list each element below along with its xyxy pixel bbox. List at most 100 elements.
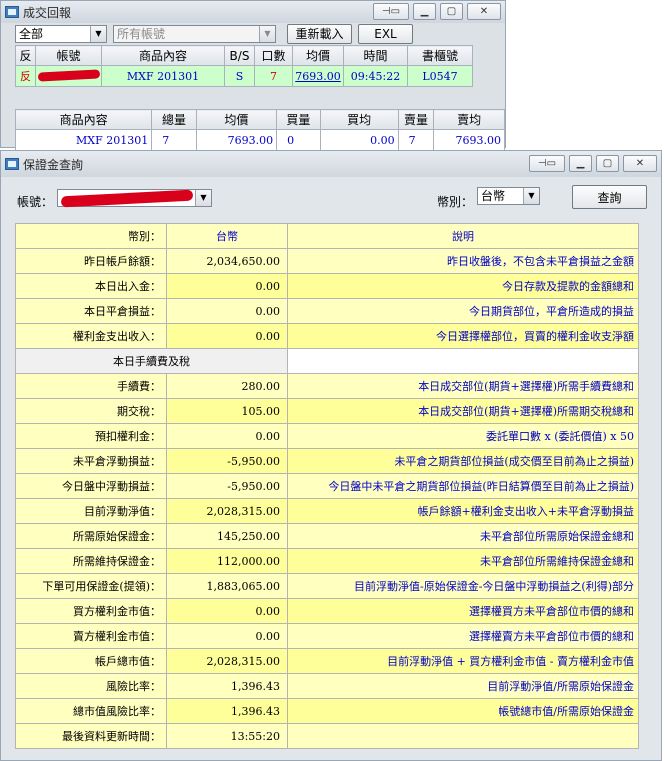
row-value: 105.00 xyxy=(166,398,288,424)
position-summary-table: 商品內容 總量 均價 買量 買均 賣量 賣均 MXF 201301 7 7693… xyxy=(14,109,505,151)
section-row: 本日手續費及稅 xyxy=(15,348,639,374)
chevron-down-icon[interactable]: ▼ xyxy=(259,25,275,42)
buy-qty-cell: 0 xyxy=(276,129,321,151)
column-header[interactable]: 口數 xyxy=(254,45,293,66)
table-row: 總市值風險比率： 1,396.43 帳號總市值/所需原始保證金 xyxy=(15,698,639,724)
account-filter-select[interactable]: 所有帳號 ▼ xyxy=(113,24,276,43)
column-header[interactable]: 商品內容 xyxy=(101,45,225,66)
row-value: 0.00 xyxy=(166,323,288,349)
product-cell: MXF 201301 xyxy=(14,129,153,151)
chevron-down-icon[interactable]: ▼ xyxy=(195,190,211,206)
row-value: -5,950.00 xyxy=(166,448,288,474)
column-header[interactable]: 總量 xyxy=(151,109,197,130)
row-label: 買方權利金市值： xyxy=(15,598,167,624)
table-row: 期交稅： 105.00 本日成交部位(期貨+選擇權)所需期交稅總和 xyxy=(15,398,639,424)
currency-select[interactable]: 台幣 ▼ xyxy=(477,187,540,205)
export-excel-button[interactable]: EXL xyxy=(358,23,413,44)
row-description: 未平倉部位所需維持保證金總和 xyxy=(287,548,639,574)
column-header[interactable]: 時間 xyxy=(343,45,408,66)
trade-table-header: 反 帳號 商品內容 B/S 口數 均價 時間 書櫃號 xyxy=(15,45,473,66)
table-row: 今日盤中浮動損益： -5,950.00 今日盤中未平倉之期貨部位損益(昨日結算價至目… xyxy=(15,473,639,499)
redaction-mark xyxy=(37,68,100,82)
row-label: 所需原始保證金： xyxy=(15,523,167,549)
chevron-down-icon[interactable]: ▼ xyxy=(523,188,539,204)
section-title: 本日手續費及稅 xyxy=(15,348,288,374)
column-header[interactable]: 均價 xyxy=(195,109,278,130)
row-value: 112,000.00 xyxy=(166,548,288,574)
column-header[interactable]: 賣量 xyxy=(397,109,435,130)
row-description: 未平倉之期貨部位損益(成交價至目前為止之損益) xyxy=(287,448,639,474)
row-label: 總市值風險比率： xyxy=(15,698,167,724)
row-description: 今日期貨部位，平倉所造成的損益 xyxy=(287,298,639,324)
close-icon[interactable]: ✕ xyxy=(623,155,657,172)
row-description: 委託單口數 x (委託價值) x 50 xyxy=(287,423,639,449)
table-row[interactable]: 反 MXF 201301 S 7 7693.00 09:45:22 L0547 xyxy=(15,65,473,87)
buy-avg-cell: 0.00 xyxy=(319,129,399,151)
price-cell[interactable]: 7693.00 xyxy=(292,65,344,87)
margin-window-title: 保證金查詢 xyxy=(23,157,84,172)
row-value: 2,034,650.00 xyxy=(166,248,288,274)
maximize-icon[interactable]: ▢ xyxy=(596,155,619,172)
column-header[interactable]: 帳號 xyxy=(35,45,102,66)
time-cell: 09:45:22 xyxy=(343,65,408,87)
column-header[interactable]: 均價 xyxy=(292,45,344,66)
reload-button[interactable]: 重新載入 xyxy=(287,23,352,44)
row-description: 未平倉部位所需原始保證金總和 xyxy=(287,523,639,549)
query-button[interactable]: 查詢 xyxy=(572,185,647,209)
row-value: 1,396.43 xyxy=(166,673,288,699)
row-description: 本日成交部位(期貨+選擇權)所需期交稅總和 xyxy=(287,398,639,424)
row-label: 最後資料更新時間： xyxy=(15,723,167,749)
margin-table-header: 幣別： 台幣 說明 xyxy=(15,223,639,249)
table-row[interactable]: MXF 201301 7 7693.00 0 0.00 7 7693.00 xyxy=(14,129,505,151)
chevron-down-icon[interactable]: ▼ xyxy=(90,25,106,42)
margin-window-titlebar[interactable]: 保證金查詢 ⊣▭ ▁ ▢ ✕ xyxy=(1,151,661,177)
column-header[interactable]: 商品內容 xyxy=(14,109,153,130)
currency-row-label: 幣別： xyxy=(15,223,167,249)
row-value: 0.00 xyxy=(166,273,288,299)
table-row: 目前浮動淨值： 2,028,315.00 帳戶餘額+權利金支出收入+未平倉浮動損益 xyxy=(15,498,639,524)
order-no-cell: L0547 xyxy=(407,65,473,87)
trade-window-titlebar[interactable]: 成交回報 ⊣▭ ▁ ▢ ✕ xyxy=(1,1,505,23)
close-icon[interactable]: ✕ xyxy=(467,3,501,20)
trade-window-title: 成交回報 xyxy=(23,5,72,20)
status-filter-select[interactable]: 全部 ▼ xyxy=(15,24,107,43)
row-description: 昨日收盤後，不包含未平倉損益之金額 xyxy=(287,248,639,274)
row-description: 今日選擇權部位，買賣的權利金收支淨額 xyxy=(287,323,639,349)
currency-label: 幣別： xyxy=(437,195,474,209)
minimize-icon[interactable]: ▁ xyxy=(569,155,592,172)
column-header[interactable]: 買均 xyxy=(319,109,399,130)
row-description: 今日存款及提款的金額總和 xyxy=(287,273,639,299)
window-app-icon xyxy=(5,158,19,170)
maximize-icon[interactable]: ▢ xyxy=(440,3,463,20)
table-row: 最後資料更新時間： 13:55:20 xyxy=(15,723,639,749)
column-header[interactable]: 買量 xyxy=(276,109,321,130)
row-description: 目前浮動淨值/所需原始保證金 xyxy=(287,673,639,699)
table-row: 權利金支出收入： 0.00 今日選擇權部位，買賣的權利金收支淨額 xyxy=(15,323,639,349)
row-label: 本日平倉損益： xyxy=(15,298,167,324)
currency-select-value: 台幣 xyxy=(481,189,506,203)
description-header: 說明 xyxy=(287,223,639,249)
pin-icon[interactable]: ⊣▭ xyxy=(529,155,565,172)
trade-table: 反 帳號 商品內容 B/S 口數 均價 時間 書櫃號 反 MXF 201301 … xyxy=(15,45,473,87)
table-row: 昨日帳戶餘額： 2,034,650.00 昨日收盤後，不包含未平倉損益之金額 xyxy=(15,248,639,274)
table-row: 本日出入金： 0.00 今日存款及提款的金額總和 xyxy=(15,273,639,299)
row-description xyxy=(287,723,639,749)
row-value: 0.00 xyxy=(166,298,288,324)
pin-icon[interactable]: ⊣▭ xyxy=(373,3,409,20)
row-value: 2,028,315.00 xyxy=(166,648,288,674)
column-header[interactable]: 賣均 xyxy=(433,109,505,130)
account-select[interactable]: ▼ xyxy=(57,189,212,208)
column-header[interactable]: 反 xyxy=(15,45,36,66)
row-label: 預扣權利金： xyxy=(15,423,167,449)
table-row: 所需維持保證金： 112,000.00 未平倉部位所需維持保證金總和 xyxy=(15,548,639,574)
row-label: 風險比率： xyxy=(15,673,167,699)
row-label: 期交稅： xyxy=(15,398,167,424)
column-header[interactable]: 書櫃號 xyxy=(407,45,473,66)
row-label: 昨日帳戶餘額： xyxy=(15,248,167,274)
table-row: 本日平倉損益： 0.00 今日期貨部位，平倉所造成的損益 xyxy=(15,298,639,324)
row-label: 今日盤中浮動損益： xyxy=(15,473,167,499)
row-label: 權利金支出收入： xyxy=(15,323,167,349)
minimize-icon[interactable]: ▁ xyxy=(413,3,436,20)
account-filter-value: 所有帳號 xyxy=(117,26,166,41)
column-header[interactable]: B/S xyxy=(224,45,255,66)
